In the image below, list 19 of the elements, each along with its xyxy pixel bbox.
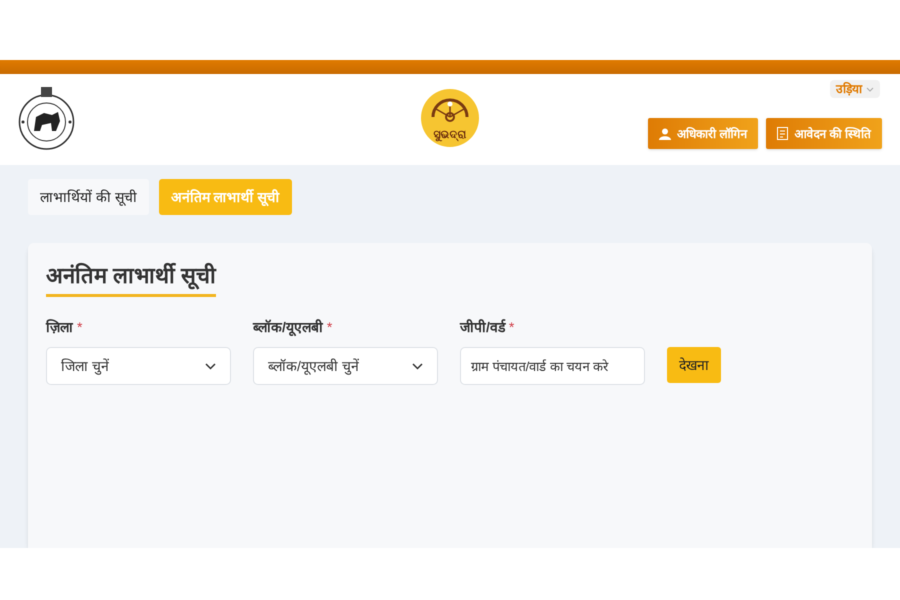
- chevron-down-icon: [205, 362, 216, 370]
- document-icon: [777, 127, 788, 140]
- required-mark: *: [508, 318, 514, 337]
- person-icon: [658, 128, 671, 140]
- select-field[interactable]: जिला चुनें: [46, 347, 231, 385]
- field-label: ज़िला: [46, 318, 73, 337]
- card-title: अनंतिम लाभार्थी सूची: [46, 259, 216, 297]
- chevron-down-icon: [866, 86, 874, 92]
- required-mark: *: [326, 318, 332, 337]
- field-label: जीपी/वर्ड: [460, 318, 505, 337]
- tab[interactable]: लाभार्थियों की सूची: [28, 179, 149, 215]
- emblem-icon: [18, 85, 75, 151]
- view-button[interactable]: देखना: [667, 347, 721, 383]
- chevron-down-icon: [412, 362, 423, 370]
- field-label: ब्लॉक/यूएलबी: [253, 318, 323, 338]
- logo-text: ସୁଭଦ୍ରା: [434, 130, 466, 141]
- select-field[interactable]: ब्लॉक/यूएलबी चुनें: [253, 347, 438, 385]
- input-field[interactable]: ग्राम पंचायत/वार्ड का चयन करे: [460, 347, 645, 385]
- required-mark: *: [77, 318, 82, 337]
